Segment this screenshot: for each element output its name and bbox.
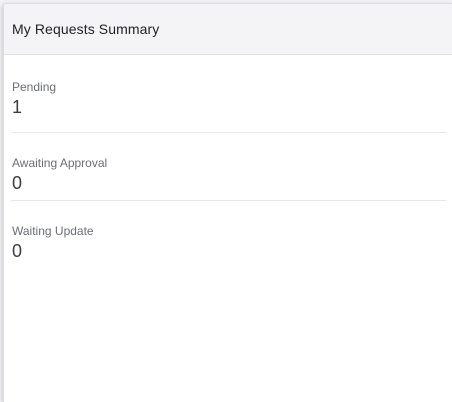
requests-summary-panel: My Requests Summary Pending 1 Awaiting A… <box>3 3 452 402</box>
summary-label-waiting-update: Waiting Update <box>12 224 94 238</box>
summary-item-awaiting-approval[interactable]: Awaiting Approval 0 <box>11 133 446 201</box>
summary-item-pending[interactable]: Pending 1 <box>11 55 446 133</box>
summary-count-pending: 1 <box>12 97 23 117</box>
panel-header: My Requests Summary <box>4 4 452 55</box>
summary-label-awaiting-approval: Awaiting Approval <box>12 156 108 170</box>
summary-count-waiting-update: 0 <box>12 241 23 261</box>
summary-count-awaiting-approval: 0 <box>12 173 23 193</box>
panel-title: My Requests Summary <box>12 21 160 37</box>
summary-item-waiting-update[interactable]: Waiting Update 0 <box>11 201 446 269</box>
summary-list: Pending 1 Awaiting Approval 0 Waiting Up… <box>4 55 452 269</box>
summary-label-pending: Pending <box>12 80 57 94</box>
